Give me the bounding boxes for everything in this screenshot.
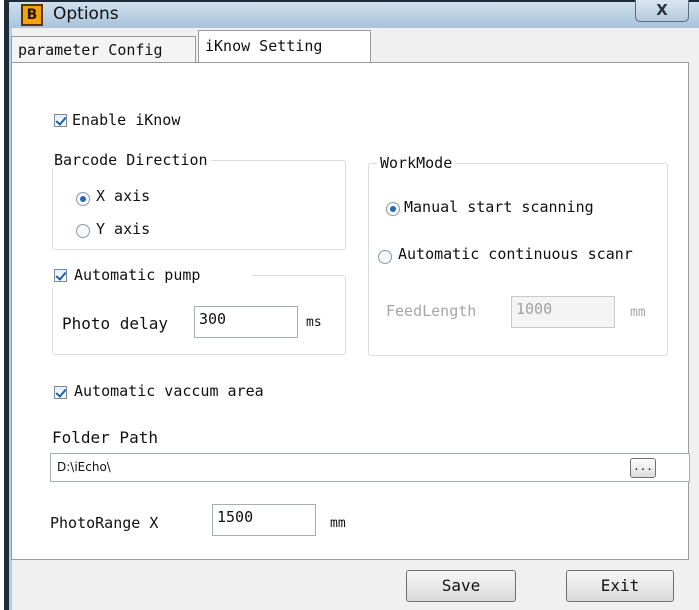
y-axis-label[interactable]: Y axis: [96, 220, 150, 238]
automatic-vacuum-checkbox[interactable]: [54, 386, 67, 399]
folder-path-label: Folder Path: [52, 428, 158, 447]
automatic-pump-label[interactable]: Automatic pump: [74, 266, 200, 284]
exit-button[interactable]: Exit: [566, 570, 674, 602]
photo-range-unit: mm: [330, 516, 346, 531]
photo-delay-unit: ms: [306, 315, 322, 330]
photo-range-input[interactable]: 1500: [212, 504, 316, 536]
close-button[interactable]: X: [635, 0, 689, 22]
feed-length-label: FeedLength: [386, 302, 477, 320]
enable-iknow-checkbox[interactable]: [54, 114, 67, 127]
x-axis-radio[interactable]: [76, 192, 90, 206]
app-icon: B: [21, 4, 43, 26]
manual-start-label[interactable]: Manual start scanning: [404, 198, 594, 216]
tab-label: iKnow Setting: [205, 37, 323, 55]
feed-length-input[interactable]: 1000: [511, 296, 615, 328]
manual-start-radio[interactable]: [386, 202, 400, 216]
browse-folder-button[interactable]: ...: [630, 458, 656, 478]
automatic-vacuum-label[interactable]: Automatic vaccum area: [74, 382, 264, 400]
automatic-pump-checkbox[interactable]: [54, 269, 67, 282]
save-button[interactable]: Save: [406, 570, 516, 602]
photo-delay-label: Photo delay: [62, 314, 168, 333]
y-axis-radio[interactable]: [76, 224, 90, 238]
folder-path-input[interactable]: D:\iEcho\: [50, 453, 690, 482]
close-icon: X: [656, 1, 668, 19]
tab-label: parameter Config: [18, 41, 163, 59]
automatic-continuous-radio[interactable]: [378, 250, 392, 264]
photo-range-label: PhotoRange X: [50, 514, 159, 532]
title-bar[interactable]: B Options X: [9, 0, 699, 28]
photo-delay-input[interactable]: 300: [194, 306, 298, 338]
enable-iknow-label[interactable]: Enable iKnow: [72, 111, 180, 129]
x-axis-label[interactable]: X axis: [96, 187, 150, 205]
feed-length-unit: mm: [630, 305, 646, 320]
barcode-direction-title: Barcode Direction: [51, 151, 211, 169]
tab-parameter-config[interactable]: parameter Config: [11, 36, 196, 62]
automatic-continuous-label[interactable]: Automatic continuous scanr: [398, 245, 668, 263]
workmode-title: WorkMode: [377, 154, 456, 172]
window-title: Options: [53, 4, 119, 24]
tab-iknow-setting[interactable]: iKnow Setting: [198, 30, 371, 63]
